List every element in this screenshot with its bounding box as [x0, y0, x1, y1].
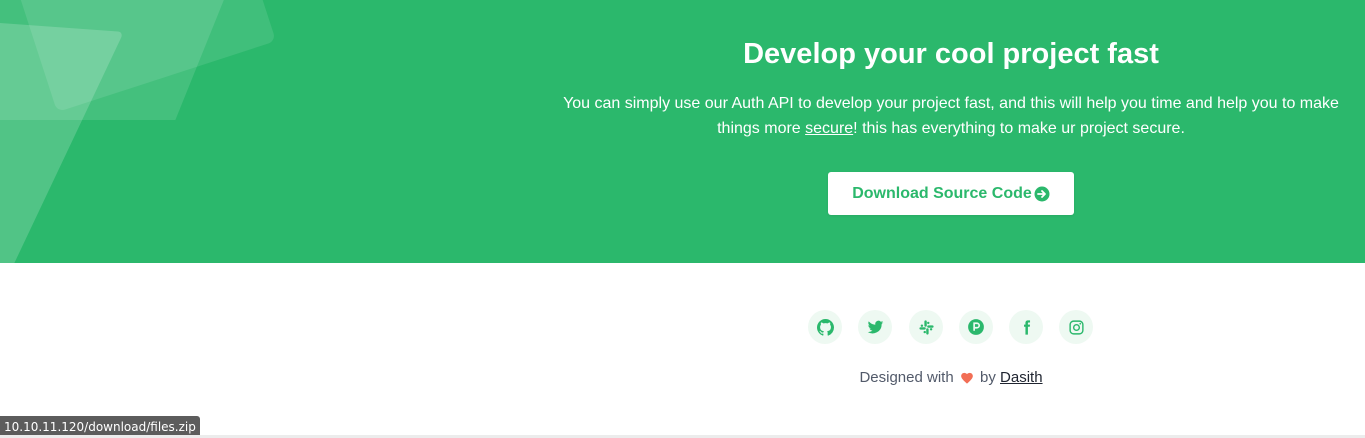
decorative-shape	[0, 18, 124, 263]
heart-icon	[960, 372, 973, 384]
by-text: by	[980, 369, 996, 386]
facebook-icon	[1023, 319, 1030, 335]
twitter-link[interactable]	[858, 310, 892, 344]
hero-section: Develop your cool project fast You can s…	[0, 0, 1365, 263]
download-button-label: Download Source Code	[852, 184, 1032, 202]
slack-link[interactable]	[909, 310, 943, 344]
secure-link: secure	[805, 120, 854, 137]
arrow-circle-right-icon	[1034, 186, 1050, 201]
footer-credit: Designed with by Dasith	[540, 369, 1362, 386]
github-link[interactable]	[808, 310, 842, 344]
download-source-code-button[interactable]: Download Source Code	[828, 172, 1074, 215]
facebook-link[interactable]	[1009, 310, 1043, 344]
slack-icon	[918, 319, 934, 335]
hero-text-part: ! this has everything to make ur project…	[853, 120, 1185, 137]
hero-title: Develop your cool project fast	[743, 38, 1159, 70]
github-icon	[816, 318, 834, 336]
instagram-icon	[1068, 319, 1084, 335]
author-link[interactable]: Dasith	[1000, 369, 1043, 386]
designed-with-text: Designed with	[859, 369, 954, 386]
social-links	[0, 310, 1365, 344]
instagram-link[interactable]	[1059, 310, 1093, 344]
product-hunt-icon	[968, 319, 984, 335]
twitter-icon	[867, 320, 883, 333]
product-hunt-link[interactable]	[959, 310, 993, 344]
hero-description: You can simply use our Auth API to devel…	[560, 91, 1342, 141]
